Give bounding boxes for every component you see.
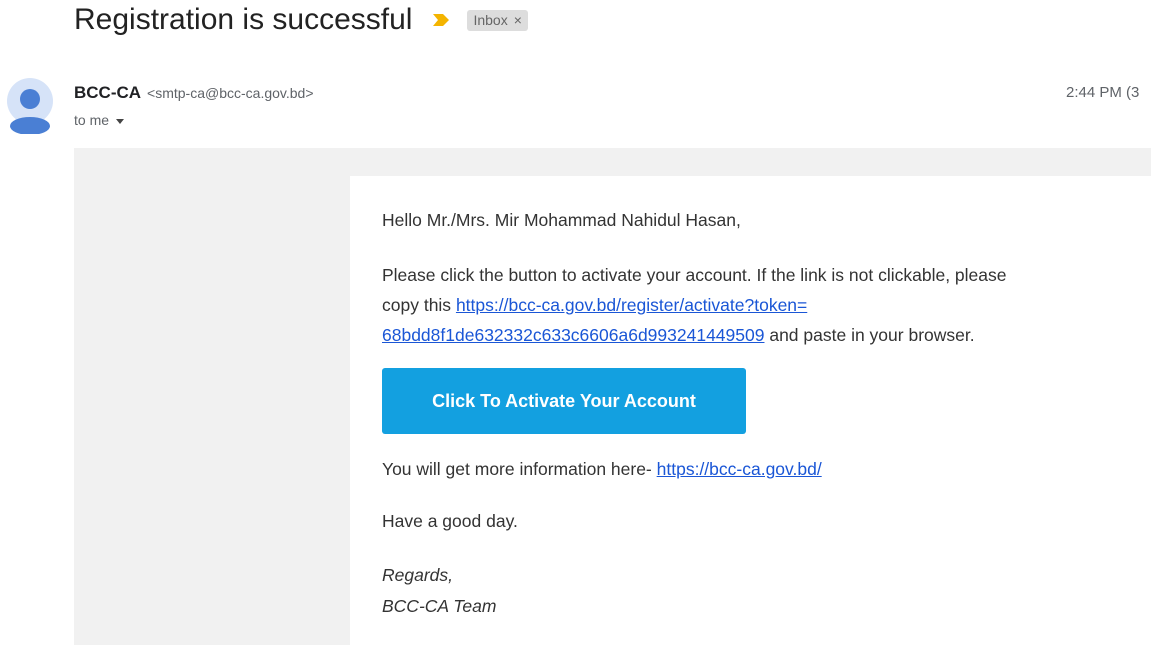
website-link[interactable]: https://bcc-ca.gov.bd/ [657, 459, 822, 479]
instructions-paste-suffix: and paste in your browser. [764, 325, 975, 345]
inbox-label-chip[interactable]: Inbox × [467, 9, 528, 31]
email-subject: Registration is successful [74, 3, 413, 36]
inbox-label-text: Inbox [473, 11, 508, 28]
activate-account-button[interactable]: Click To Activate Your Account [382, 368, 746, 434]
regards-text: Regards, [382, 565, 454, 585]
more-info-prefix: You will get more information here- [382, 459, 657, 479]
activation-instructions: Please click the button to activate your… [382, 260, 1007, 350]
greeting-text: Hello Mr./Mrs. Mir Mohammad Nahidul Hasa… [382, 210, 741, 230]
closing-text: Have a good day. [382, 511, 518, 531]
instructions-copy-prefix: copy this [382, 295, 456, 315]
importance-marker-icon[interactable] [432, 13, 450, 27]
activation-link-part-1[interactable]: https://bcc-ca.gov.bd/register/activate?… [456, 295, 807, 315]
sender-avatar-icon[interactable] [7, 78, 53, 135]
sender-info: BCC-CA <smtp-ca@bcc-ca.gov.bd> [74, 83, 314, 103]
remove-label-icon[interactable]: × [514, 13, 522, 27]
recipient-label: to me [74, 112, 110, 128]
email-timestamp: 2:44 PM (3 [1066, 84, 1140, 101]
instructions-line-1: Please click the button to activate your… [382, 265, 1007, 285]
recipient-details-toggle[interactable]: to me [74, 112, 125, 128]
email-subject-row: Registration is successful Inbox × [74, 0, 528, 40]
sender-email: <smtp-ca@bcc-ca.gov.bd> [147, 85, 314, 101]
signature-team: BCC-CA Team [382, 596, 497, 616]
activation-link-part-2[interactable]: 68bdd8f1de632332c633c6606a6d993241449509 [382, 325, 764, 345]
caret-down-icon[interactable] [116, 118, 125, 124]
more-info-text: You will get more information here- http… [382, 459, 822, 480]
sender-name[interactable]: BCC-CA [74, 83, 141, 103]
signature-block: Regards, BCC-CA Team [382, 560, 496, 622]
